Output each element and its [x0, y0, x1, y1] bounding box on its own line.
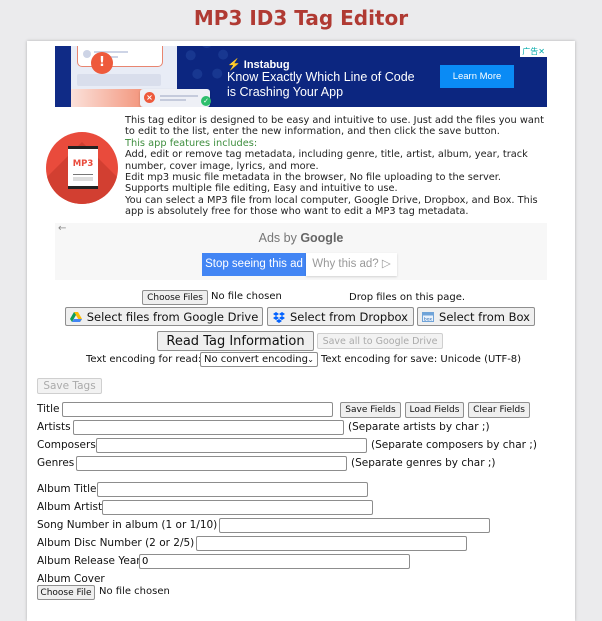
page-title: MP3 ID3 Tag Editor [193, 6, 409, 30]
learn-more-button[interactable]: Learn More [440, 65, 514, 88]
ad-illustration: ! × [55, 46, 210, 107]
cover-no-file-text: No file chosen [99, 586, 170, 597]
google-drive-button[interactable]: Select files from Google Drive [65, 307, 263, 326]
mp3-file-icon: MP3 [46, 132, 118, 204]
title-label: Title [37, 403, 60, 415]
check-icon: ✓ [201, 96, 211, 106]
error-icon: × [144, 92, 155, 103]
svg-text:box: box [424, 316, 432, 322]
google-label: Google [300, 231, 344, 245]
feature-item: Edit mp3 music file metadata in the brow… [125, 172, 502, 184]
album-title-input[interactable] [97, 482, 368, 497]
google-ads-feedback: ← Ads by Google Stop seeing this ad Why … [55, 223, 547, 280]
read-encoding-label: Text encoding for read: [86, 354, 202, 365]
artists-input[interactable] [73, 420, 344, 435]
album-cover-label: Album Cover [37, 573, 105, 585]
title-input[interactable] [62, 402, 333, 417]
gear-icon [185, 46, 229, 82]
feature-item: Add, edit or remove tag metadata, includ… [125, 149, 528, 172]
album-artist-input[interactable] [102, 500, 373, 515]
release-year-input[interactable] [139, 554, 410, 569]
no-file-chosen-text: No file chosen [211, 291, 282, 302]
artists-hint: (Separate artists by char ;) [348, 421, 490, 433]
save-fields-button[interactable]: Save Fields [340, 402, 401, 418]
choose-files-button[interactable]: Choose Files [142, 290, 208, 305]
song-number-label: Song Number in album (1 or 1/10) [37, 519, 218, 531]
read-tag-information-button[interactable]: Read Tag Information [157, 331, 314, 351]
dropbox-icon [272, 311, 285, 323]
box-button[interactable]: box Select from Box [417, 307, 535, 326]
ad-headline-1: Know Exactly Which Line of Code [227, 70, 415, 84]
read-encoding-select[interactable]: No convert encoding ⌄ [200, 352, 318, 367]
genres-label: Genres [37, 457, 75, 469]
composers-input[interactable] [96, 438, 367, 453]
album-title-label: Album Title [37, 483, 97, 495]
release-year-label: Album Release Year [37, 555, 141, 567]
drop-hint: Drop files on this page. [349, 292, 466, 303]
clear-fields-button[interactable]: Clear Fields [468, 402, 530, 418]
ad-choices-close-icon[interactable]: 广告✕ [520, 46, 547, 57]
box-icon: box [422, 311, 435, 322]
main-card: ! × ✓ ⚡ Instabug Know Exactly Which Line… [27, 41, 575, 621]
cover-choose-file-button[interactable]: Choose File [37, 585, 95, 600]
genres-hint: (Separate genres by char ;) [351, 457, 496, 469]
artists-label: Artists [37, 421, 71, 433]
intro-text: This tag editor is designed to be easy a… [125, 115, 555, 218]
save-all-google-drive-button[interactable]: Save all to Google Drive [317, 333, 443, 349]
intro-paragraph: This tag editor is designed to be easy a… [125, 115, 544, 138]
google-drive-icon [69, 311, 82, 322]
disc-number-input[interactable] [196, 536, 467, 551]
alert-icon: ! [91, 52, 113, 74]
chevron-down-icon: ⌄ [307, 355, 314, 364]
why-this-ad-button[interactable]: Why this ad? ▷ [306, 253, 397, 276]
composers-label: Composers [37, 439, 96, 451]
album-artist-label: Album Artist [37, 501, 103, 513]
dropbox-button[interactable]: Select from Dropbox [267, 307, 414, 326]
save-tags-button[interactable]: Save Tags [37, 378, 102, 394]
disc-number-label: Album Disc Number (2 or 2/5) [37, 537, 195, 549]
stop-seeing-ad-button[interactable]: Stop seeing this ad [202, 253, 306, 276]
features-heading: This app features includes: [125, 137, 258, 149]
load-fields-button[interactable]: Load Fields [405, 402, 464, 418]
ads-by-label: Ads by [258, 231, 297, 245]
feature-item: You can select a MP3 file from local com… [125, 194, 538, 218]
feature-item: Supports multiple file editing, Easy and… [125, 183, 398, 195]
save-encoding-label: Text encoding for save: Unicode (UTF-8) [321, 354, 522, 365]
ad-headline-2: is Crashing Your App [227, 85, 344, 99]
composers-hint: (Separate composers by char ;) [371, 439, 537, 451]
banner-ad[interactable]: ! × ✓ ⚡ Instabug Know Exactly Which Line… [55, 46, 547, 107]
song-number-input[interactable] [219, 518, 490, 533]
genres-input[interactable] [76, 456, 347, 471]
